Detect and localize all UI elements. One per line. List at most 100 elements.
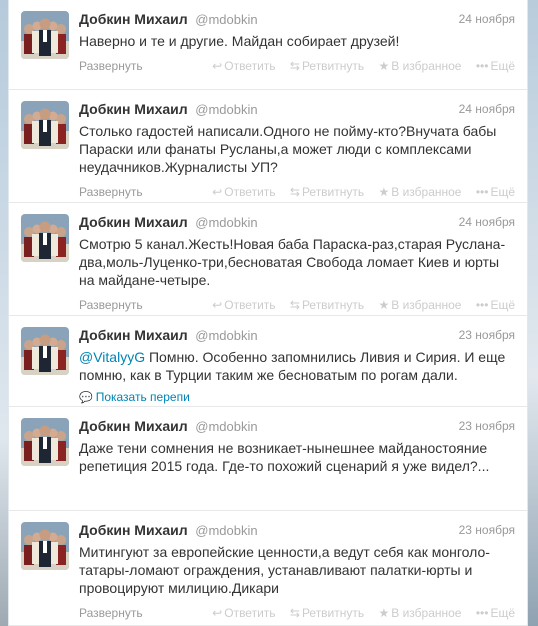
view-conversation-label: Показать перепи bbox=[95, 390, 190, 404]
favorite-label: В избранное bbox=[391, 606, 462, 620]
author-username[interactable]: @mdobkin bbox=[195, 102, 257, 117]
tweet-text-body: Даже тени сомнения не возникает-нынешнее… bbox=[79, 440, 490, 474]
view-conversation-link[interactable]: 💬 Показать перепи bbox=[79, 390, 190, 404]
tweet-item[interactable]: Добкин Михаил @mdobkin 23 ноября Даже те… bbox=[9, 407, 527, 511]
dots-icon: ••• bbox=[475, 185, 489, 199]
reply-arrow-icon: ↩ bbox=[212, 298, 223, 312]
more-label: Ещё bbox=[490, 298, 515, 312]
tweet-text: Митингуют за европейские ценности,а веду… bbox=[79, 543, 515, 597]
dots-icon: ••• bbox=[475, 298, 489, 312]
tweet-text-body: Смотрю 5 канал.Жесть!Новая баба Параска-… bbox=[79, 236, 506, 288]
star-icon: ★ bbox=[378, 298, 390, 312]
favorite-button[interactable]: ★ В избранное bbox=[378, 59, 461, 73]
tweet-item[interactable]: Добкин Михаил @mdobkin 23 ноября Митингу… bbox=[9, 511, 527, 626]
retweet-button[interactable]: ⇆ Ретвитнуть bbox=[290, 59, 364, 73]
tweet-text: Смотрю 5 канал.Жесть!Новая баба Параска-… bbox=[79, 235, 515, 289]
reply-label: Ответить bbox=[224, 185, 276, 199]
author-username[interactable]: @mdobkin bbox=[195, 523, 257, 538]
author-name[interactable]: Добкин Михаил bbox=[79, 11, 188, 27]
reply-label: Ответить bbox=[224, 606, 276, 620]
reply-arrow-icon: ↩ bbox=[212, 59, 223, 73]
star-icon: ★ bbox=[378, 606, 390, 620]
timestamp[interactable]: 23 ноября bbox=[459, 419, 515, 433]
favorite-label: В избранное bbox=[391, 59, 462, 73]
more-label: Ещё bbox=[490, 606, 515, 620]
dots-icon: ••• bbox=[475, 606, 489, 620]
retweet-icon: ⇆ bbox=[289, 185, 300, 199]
author-name[interactable]: Добкин Михаил bbox=[79, 327, 188, 343]
reply-button[interactable]: ↩ Ответить bbox=[212, 59, 275, 73]
tweet-text: Даже тени сомнения не возникает-нынешнее… bbox=[79, 439, 515, 475]
tweet-text: Столько гадостей написали.Одного не пойм… bbox=[79, 122, 515, 176]
retweet-button[interactable]: ⇆ Ретвитнуть bbox=[290, 185, 364, 199]
author-username[interactable]: @mdobkin bbox=[195, 12, 257, 27]
avatar[interactable] bbox=[21, 418, 69, 466]
timestamp[interactable]: 24 ноября bbox=[459, 102, 515, 116]
reply-arrow-icon: ↩ bbox=[212, 185, 223, 199]
avatar[interactable] bbox=[21, 101, 69, 149]
timestamp[interactable]: 24 ноября bbox=[459, 12, 515, 26]
tweet-item[interactable]: Добкин Михаил @mdobkin 24 ноября Столько… bbox=[9, 90, 527, 203]
tweet-item[interactable]: Добкин Михаил @mdobkin 23 ноября @Vitaly… bbox=[9, 316, 527, 407]
favorite-button[interactable]: ★ В избранное bbox=[378, 606, 461, 620]
more-label: Ещё bbox=[490, 59, 515, 73]
star-icon: ★ bbox=[378, 185, 390, 199]
tweet-stream: Добкин Михаил @mdobkin 24 ноября Наверно… bbox=[8, 0, 528, 626]
tweet-item[interactable]: Добкин Михаил @mdobkin 24 ноября Наверно… bbox=[9, 0, 527, 90]
tweet-actions: ↩ Ответить ⇆ Ретвитнуть ★ В избранное ••• Ещ… bbox=[201, 59, 515, 73]
author-name[interactable]: Добкин Михаил bbox=[79, 101, 188, 117]
conversation-icon: 💬 bbox=[79, 392, 93, 404]
tweet-actions: ↩ Ответить ⇆ Ретвитнуть ★ В избранное ••• Ещ… bbox=[201, 185, 515, 199]
author-username[interactable]: @mdobkin bbox=[195, 419, 257, 434]
tweet-actions: ↩ Ответить ⇆ Ретвитнуть ★ В избранное ••• Ещ… bbox=[201, 298, 515, 312]
tweet-item[interactable]: Добкин Михаил @mdobkin 24 ноября Смотрю … bbox=[9, 203, 527, 316]
retweet-label: Ретвитнуть bbox=[301, 606, 365, 620]
tweet-text-body: Митингуют за европейские ценности,а веду… bbox=[79, 544, 490, 596]
expand-link[interactable]: Развернуть bbox=[79, 185, 143, 199]
timestamp[interactable]: 24 ноября bbox=[459, 215, 515, 229]
tweet-text: Наверно и те и другие. Майдан собирает д… bbox=[79, 32, 515, 50]
expand-link[interactable]: Развернуть bbox=[79, 59, 143, 73]
reply-label: Ответить bbox=[224, 59, 276, 73]
retweet-button[interactable]: ⇆ Ретвитнуть bbox=[290, 606, 364, 620]
tweet-text-body: Столько гадостей написали.Одного не пойм… bbox=[79, 123, 497, 175]
favorite-button[interactable]: ★ В избранное bbox=[378, 298, 461, 312]
retweet-label: Ретвитнуть bbox=[301, 185, 365, 199]
reply-button[interactable]: ↩ Ответить bbox=[212, 185, 275, 199]
retweet-label: Ретвитнуть bbox=[301, 59, 365, 73]
author-name[interactable]: Добкин Михаил bbox=[79, 522, 188, 538]
dots-icon: ••• bbox=[475, 59, 489, 73]
retweet-icon: ⇆ bbox=[289, 59, 300, 73]
mention-link[interactable]: @VitalyyG bbox=[79, 349, 145, 365]
expand-link[interactable]: Развернуть bbox=[79, 606, 143, 620]
avatar[interactable] bbox=[21, 522, 69, 570]
author-username[interactable]: @mdobkin bbox=[195, 215, 257, 230]
avatar[interactable] bbox=[21, 11, 69, 59]
retweet-button[interactable]: ⇆ Ретвитнуть bbox=[290, 298, 364, 312]
retweet-icon: ⇆ bbox=[289, 298, 300, 312]
avatar[interactable] bbox=[21, 214, 69, 262]
reply-button[interactable]: ↩ Ответить bbox=[212, 298, 275, 312]
timestamp[interactable]: 23 ноября bbox=[459, 328, 515, 342]
reply-button[interactable]: ↩ Ответить bbox=[212, 606, 275, 620]
favorite-button[interactable]: ★ В избранное bbox=[378, 185, 461, 199]
timestamp[interactable]: 23 ноября bbox=[459, 523, 515, 537]
more-button[interactable]: ••• Ещё bbox=[476, 606, 515, 620]
expand-link[interactable]: Развернуть bbox=[79, 298, 143, 312]
favorite-label: В избранное bbox=[391, 185, 462, 199]
reply-label: Ответить bbox=[224, 298, 276, 312]
more-button[interactable]: ••• Ещё bbox=[476, 59, 515, 73]
reply-arrow-icon: ↩ bbox=[212, 606, 223, 620]
author-username[interactable]: @mdobkin bbox=[195, 328, 257, 343]
tweet-text-body: Наверно и те и другие. Майдан собирает д… bbox=[79, 33, 400, 49]
more-label: Ещё bbox=[490, 185, 515, 199]
author-name[interactable]: Добкин Михаил bbox=[79, 418, 188, 434]
favorite-label: В избранное bbox=[391, 298, 462, 312]
more-button[interactable]: ••• Ещё bbox=[476, 298, 515, 312]
retweet-icon: ⇆ bbox=[289, 606, 300, 620]
avatar[interactable] bbox=[21, 327, 69, 375]
retweet-label: Ретвитнуть bbox=[301, 298, 365, 312]
more-button[interactable]: ••• Ещё bbox=[476, 185, 515, 199]
author-name[interactable]: Добкин Михаил bbox=[79, 214, 188, 230]
star-icon: ★ bbox=[378, 59, 390, 73]
